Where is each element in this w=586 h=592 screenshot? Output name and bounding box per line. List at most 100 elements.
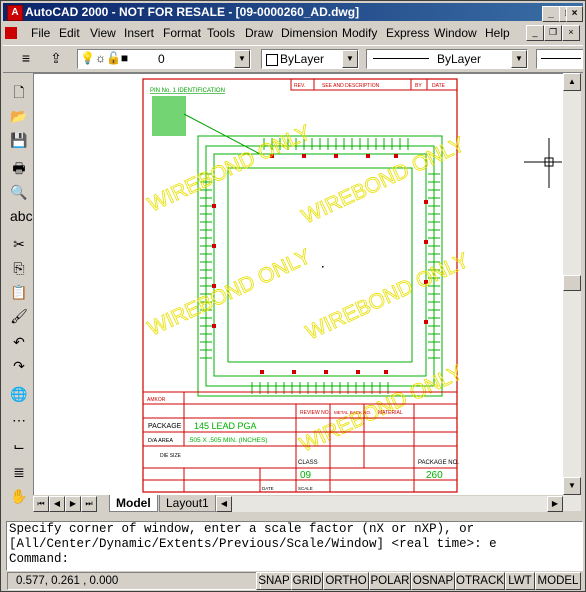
lineweight-dropdown[interactable] xyxy=(536,49,583,69)
menu-insert[interactable]: Insert xyxy=(124,26,154,40)
print-preview-icon[interactable]: 🔍 xyxy=(10,183,28,201)
last-tab-icon[interactable]: ⏭ xyxy=(81,496,97,512)
title-bar: A AutoCAD 2000 - NOT FOR RESALE - [09-00… xyxy=(3,3,583,22)
color-dropdown[interactable]: ByLayer ▼ xyxy=(261,49,359,69)
chevron-down-icon[interactable]: ▼ xyxy=(234,50,250,68)
center-point xyxy=(322,266,324,268)
date-header: DATE xyxy=(432,83,446,89)
scale-label: SCALE xyxy=(298,486,313,491)
menu-help[interactable]: Help xyxy=(485,26,510,40)
drawing-area[interactable]: REV. SEE AND DESCRIPTION BY DATE PIN No.… xyxy=(33,73,565,497)
scroll-left-icon[interactable]: ◀ xyxy=(216,496,232,512)
properties-icon[interactable]: ≣ xyxy=(10,463,28,481)
class-value: 09 xyxy=(300,470,312,481)
status-bar: 0.577, 0.261 , 0.000 SNAP GRID ORTHO POL… xyxy=(3,572,583,590)
menu-bar: File Edit View Insert Format Tools Draw … xyxy=(3,23,583,43)
scroll-thumb[interactable] xyxy=(563,275,581,291)
save-icon[interactable]: 💾 xyxy=(10,131,28,149)
chevron-down-icon[interactable]: ▼ xyxy=(511,50,527,68)
doc-close-button[interactable]: × xyxy=(562,25,580,41)
color-swatch xyxy=(266,54,278,66)
spelling-icon[interactable]: abc xyxy=(10,207,33,225)
watermark-3: WIREBOND ONLY xyxy=(144,245,314,341)
prev-tab-icon[interactable]: ◀ xyxy=(49,496,65,512)
layer-value: 0 xyxy=(158,52,165,66)
menu-file[interactable]: File xyxy=(31,26,50,40)
menu-modify[interactable]: Modify xyxy=(342,26,377,40)
tab-layout1[interactable]: Layout1 xyxy=(159,495,216,512)
date-label: DATE xyxy=(262,486,274,491)
paste-icon[interactable]: 📋 xyxy=(10,283,28,301)
next-tab-icon[interactable]: ▶ xyxy=(65,496,81,512)
ucs-icon[interactable]: ⌙ xyxy=(10,437,28,455)
snap-toggle[interactable]: SNAP xyxy=(256,572,292,590)
by-header: BY xyxy=(415,83,422,89)
tab-model[interactable]: Model xyxy=(109,495,158,512)
rev-header: REV. xyxy=(294,83,305,89)
menu-view[interactable]: View xyxy=(90,26,116,40)
coordinate-readout[interactable]: 0.577, 0.261 , 0.000 xyxy=(7,572,261,590)
cut-icon[interactable]: ✂ xyxy=(10,235,28,253)
menu-format[interactable]: Format xyxy=(163,26,201,40)
redo-icon[interactable]: ↷ xyxy=(10,357,28,375)
minimize-button[interactable]: _ xyxy=(542,6,560,22)
hyperlink-icon[interactable]: 🌐 xyxy=(10,385,28,403)
app-window: A AutoCAD 2000 - NOT FOR RESALE - [09-00… xyxy=(0,0,586,592)
linetype-sample xyxy=(373,58,429,59)
command-prompt[interactable]: Command: xyxy=(7,552,582,567)
document-icon[interactable] xyxy=(5,27,17,39)
area-label: D/A AREA xyxy=(148,438,173,444)
menu-tools[interactable]: Tools xyxy=(207,26,235,40)
command-history-line-1: Specify corner of window, enter a scale … xyxy=(9,522,475,536)
open-file-icon[interactable]: 📂 xyxy=(10,107,28,125)
layers-icon[interactable]: ≡ xyxy=(17,49,35,67)
doc-restore-button[interactable]: ❐ xyxy=(544,25,562,41)
model-toggle[interactable]: MODEL xyxy=(535,572,581,590)
menu-window[interactable]: Window xyxy=(434,26,477,40)
desc-header: SEE AND DESCRIPTION xyxy=(322,83,380,89)
menu-express[interactable]: Express xyxy=(386,26,429,40)
scroll-right-icon[interactable]: ▶ xyxy=(547,496,563,512)
window-title: AutoCAD 2000 - NOT FOR RESALE - [09-0000… xyxy=(25,5,360,19)
crosshair-cursor xyxy=(524,138,562,188)
print-icon[interactable]: 🖶 xyxy=(10,159,28,177)
first-tab-icon[interactable]: ⏮ xyxy=(33,496,49,512)
command-window[interactable]: Specify corner of window, enter a scale … xyxy=(6,521,583,571)
package-no-label: PACKAGE NO. xyxy=(418,460,459,466)
match-properties-icon[interactable]: 🖌 xyxy=(10,307,28,325)
new-file-icon[interactable]: 🗋 xyxy=(10,83,28,101)
polar-toggle[interactable]: POLAR xyxy=(369,572,411,590)
doc-minimize-button[interactable]: _ xyxy=(526,25,544,41)
otrack-toggle[interactable]: OTRACK xyxy=(455,572,505,590)
undo-icon[interactable]: ↶ xyxy=(10,333,28,351)
pin1-grid xyxy=(152,96,186,136)
watermark-4: WIREBOND ONLY xyxy=(302,249,472,345)
company-name: AMKOR xyxy=(147,397,166,403)
chevron-down-icon[interactable]: ▼ xyxy=(342,50,358,68)
class-label: CLASS xyxy=(298,460,318,466)
layer-dropdown[interactable]: 💡☼🔓■ 0 ▼ xyxy=(77,49,251,69)
watermark-2: WIREBOND ONLY xyxy=(298,133,468,229)
tracking-icon[interactable]: ⋯ xyxy=(10,411,28,429)
pin1-label: PIN No. 1 IDENTIFICATION xyxy=(150,88,225,94)
horizontal-scrollbar[interactable]: ◀ ▶ xyxy=(216,496,563,512)
menu-edit[interactable]: Edit xyxy=(59,26,80,40)
menu-draw[interactable]: Draw xyxy=(245,26,273,40)
menu-dimension[interactable]: Dimension xyxy=(281,26,338,40)
copy-icon[interactable]: ⎘ xyxy=(10,259,28,277)
osnap-toggle[interactable]: OSNAP xyxy=(411,572,455,590)
scroll-down-icon[interactable]: ▼ xyxy=(563,477,581,495)
grid-toggle[interactable]: GRID xyxy=(291,572,323,590)
linetype-dropdown[interactable]: ByLayer ▼ xyxy=(366,49,528,69)
close-button[interactable]: × xyxy=(566,6,583,22)
watermark-5: WIREBOND ONLY xyxy=(296,361,466,457)
make-layer-current-icon[interactable]: ⇪ xyxy=(47,49,65,67)
scroll-up-icon[interactable]: ▲ xyxy=(563,73,581,91)
color-value: ByLayer xyxy=(280,52,325,66)
vertical-scrollbar[interactable]: ▲ ▼ xyxy=(563,73,581,511)
cad-drawing[interactable]: REV. SEE AND DESCRIPTION BY DATE PIN No.… xyxy=(34,74,564,496)
pan-icon[interactable]: ✋ xyxy=(10,487,28,505)
ortho-toggle[interactable]: ORTHO xyxy=(323,572,369,590)
autocad-app-icon[interactable]: A xyxy=(7,5,23,21)
lwt-toggle[interactable]: LWT xyxy=(505,572,535,590)
